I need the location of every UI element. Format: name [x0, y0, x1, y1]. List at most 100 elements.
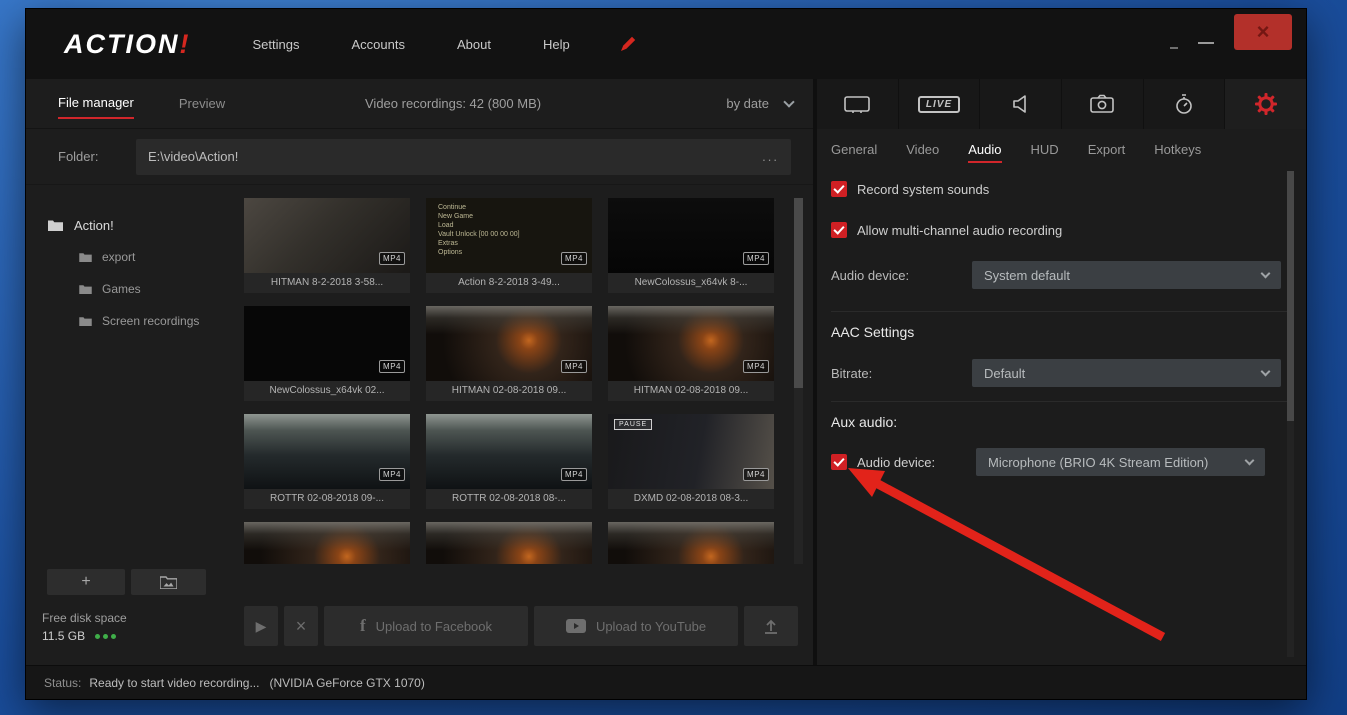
- tab-general[interactable]: General: [831, 142, 877, 157]
- video-item[interactable]: MP4 ROTTR 02-08-2018 08-...: [426, 414, 592, 509]
- play-button[interactable]: ▶: [244, 606, 278, 646]
- video-thumbnail[interactable]: [608, 522, 774, 564]
- tab-audio[interactable]: Audio: [968, 142, 1001, 157]
- sidebar-item-screen-recordings[interactable]: Screen recordings: [26, 305, 238, 337]
- tab-benchmark[interactable]: [1144, 79, 1226, 129]
- tab-settings-active[interactable]: [1225, 79, 1306, 129]
- delete-button[interactable]: ×: [284, 606, 318, 646]
- folder-icon: [79, 316, 92, 326]
- camera-icon: [1090, 94, 1114, 114]
- menu-help[interactable]: Help: [543, 37, 570, 52]
- video-thumbnail[interactable]: MP4: [426, 306, 592, 381]
- menu-accounts[interactable]: Accounts: [351, 37, 404, 52]
- status-label: Status:: [44, 676, 81, 690]
- mp4-badge: MP4: [379, 468, 405, 481]
- tab-audio-mode[interactable]: [980, 79, 1062, 129]
- settings-scrollbar[interactable]: [1287, 171, 1294, 657]
- sort-dropdown[interactable]: by date: [726, 96, 793, 111]
- video-thumbnail[interactable]: [426, 522, 592, 564]
- sidebar-item-action[interactable]: Action!: [26, 209, 238, 241]
- logo-text: ACTION: [64, 29, 180, 59]
- mp4-badge: MP4: [743, 252, 769, 265]
- status-text: Ready to start video recording...: [89, 676, 259, 690]
- aux-device-dropdown[interactable]: Microphone (BRIO 4K Stream Edition): [976, 448, 1265, 476]
- bitrate-value: Default: [984, 366, 1025, 381]
- multichannel-checkbox[interactable]: [831, 222, 847, 238]
- delete-icon: ×: [296, 616, 307, 637]
- grid-scrollbar[interactable]: [794, 198, 803, 564]
- video-item[interactable]: MP4 HITMAN 02-08-2018 09...: [426, 306, 592, 401]
- video-title: NewColossus_x64vk 8-...: [608, 273, 774, 293]
- video-item[interactable]: PAUSE MP4 DXMD 02-08-2018 08-3...: [608, 414, 774, 509]
- folder-row: Folder: E:\video\Action! ...: [26, 129, 813, 185]
- video-thumbnail[interactable]: PAUSE MP4: [608, 414, 774, 489]
- free-disk-value: 11.5 GB: [42, 629, 85, 643]
- minimize-to-tray-button[interactable]: [1170, 47, 1178, 49]
- minimize-button[interactable]: [1198, 42, 1214, 44]
- mp4-badge: MP4: [379, 252, 405, 265]
- video-thumbnail[interactable]: MP4: [426, 414, 592, 489]
- settings-scrollbar-thumb[interactable]: [1287, 171, 1294, 421]
- audio-device-dropdown[interactable]: System default: [972, 261, 1281, 289]
- tab-file-manager[interactable]: File manager: [58, 95, 134, 112]
- grid-scrollbar-thumb[interactable]: [794, 198, 803, 388]
- close-button[interactable]: ×: [1234, 14, 1292, 50]
- add-folder-button[interactable]: +: [47, 569, 125, 595]
- video-item[interactable]: [608, 522, 774, 564]
- upload-youtube-label: Upload to YouTube: [596, 619, 706, 634]
- record-system-sounds-row: Record system sounds: [831, 177, 1292, 201]
- menu-settings[interactable]: Settings: [253, 37, 300, 52]
- tab-live-streaming[interactable]: LIVE: [899, 79, 981, 129]
- thumbnail-overlay-text: PAUSE: [614, 419, 652, 430]
- sidebar-item-games[interactable]: Games: [26, 273, 238, 305]
- open-folder-button[interactable]: [131, 569, 206, 595]
- settings-tabbar: General Video Audio HUD Export Hotkeys: [817, 129, 1306, 169]
- tab-screenshots[interactable]: [1062, 79, 1144, 129]
- video-item[interactable]: MP4 HITMAN 02-08-2018 09...: [608, 306, 774, 401]
- browse-button[interactable]: ...: [762, 149, 779, 164]
- tab-preview[interactable]: Preview: [179, 96, 225, 111]
- video-thumbnail[interactable]: MP4: [244, 198, 410, 273]
- video-item[interactable]: MP4 HITMAN 8-2-2018 3-58...: [244, 198, 410, 293]
- tab-video[interactable]: Video: [906, 142, 939, 157]
- aux-device-checkbox[interactable]: [831, 454, 847, 470]
- video-item[interactable]: MP4 ROTTR 02-08-2018 09-...: [244, 414, 410, 509]
- video-item[interactable]: [244, 522, 410, 564]
- video-item[interactable]: Continue New Game Load Vault Unlock [00 …: [426, 198, 592, 293]
- sidebar-buttons: +: [26, 569, 238, 595]
- app-logo: ACTION!: [64, 29, 191, 60]
- tab-recording-mode[interactable]: [817, 79, 899, 129]
- tab-hud[interactable]: HUD: [1031, 142, 1059, 157]
- file-manager-panel: File manager Preview Video recordings: 4…: [26, 79, 813, 665]
- audio-device-label: Audio device:: [831, 268, 972, 283]
- upload-facebook-button[interactable]: f Upload to Facebook: [324, 606, 528, 646]
- video-thumbnail[interactable]: MP4: [608, 198, 774, 273]
- chevron-down-icon: [1261, 367, 1271, 377]
- sidebar-item-label: Games: [102, 282, 141, 296]
- folder-path-input[interactable]: E:\video\Action! ...: [136, 139, 791, 175]
- pen-icon[interactable]: [618, 34, 638, 54]
- upload-youtube-button[interactable]: Upload to YouTube: [534, 606, 738, 646]
- chevron-down-icon: [1245, 456, 1255, 466]
- recordings-area: MP4 HITMAN 8-2-2018 3-58... Continue New…: [238, 185, 813, 665]
- video-thumbnail[interactable]: [244, 522, 410, 564]
- video-item[interactable]: MP4 NewColossus_x64vk 8-...: [608, 198, 774, 293]
- video-thumbnail[interactable]: MP4: [244, 414, 410, 489]
- bitrate-label: Bitrate:: [831, 366, 972, 381]
- video-item[interactable]: [426, 522, 592, 564]
- export-upload-button[interactable]: [744, 606, 798, 646]
- video-item[interactable]: MP4 NewColossus_x64vk 02...: [244, 306, 410, 401]
- chevron-down-icon: [783, 96, 794, 107]
- section-divider: [831, 401, 1292, 402]
- video-thumbnail[interactable]: MP4: [244, 306, 410, 381]
- sidebar-item-export[interactable]: export: [26, 241, 238, 273]
- video-thumbnail[interactable]: Continue New Game Load Vault Unlock [00 …: [426, 198, 592, 273]
- tab-export[interactable]: Export: [1088, 142, 1126, 157]
- record-system-sounds-checkbox[interactable]: [831, 181, 847, 197]
- tab-hotkeys[interactable]: Hotkeys: [1154, 142, 1201, 157]
- record-system-sounds-label: Record system sounds: [857, 182, 989, 197]
- bitrate-dropdown[interactable]: Default: [972, 359, 1281, 387]
- video-title: DXMD 02-08-2018 08-3...: [608, 489, 774, 509]
- video-thumbnail[interactable]: MP4: [608, 306, 774, 381]
- menu-about[interactable]: About: [457, 37, 491, 52]
